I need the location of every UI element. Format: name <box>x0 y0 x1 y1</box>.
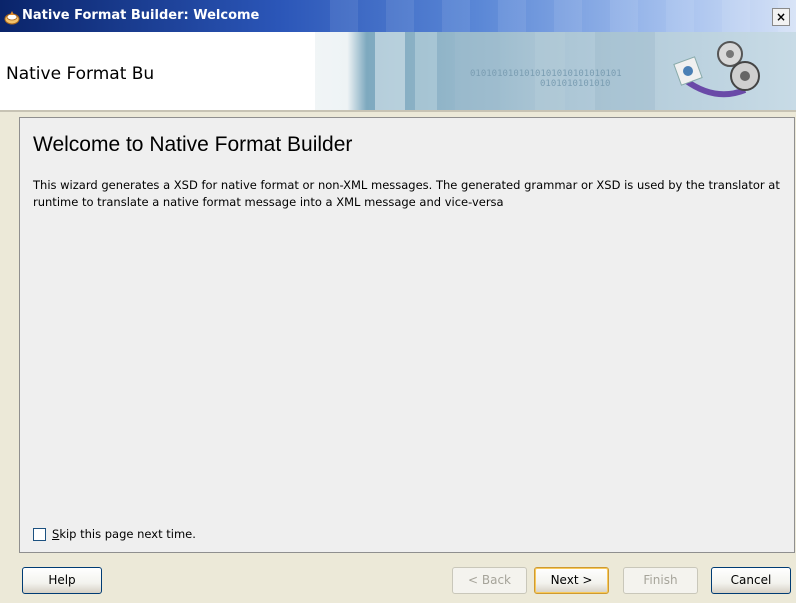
skip-page-checkbox[interactable] <box>33 527 46 541</box>
back-button[interactable]: < Back <box>452 567 527 594</box>
banner-art: 0101010101010101010101010101 01010101010… <box>155 32 796 110</box>
banner-separator <box>0 110 796 112</box>
content-panel: Welcome to Native Format Builder This wi… <box>19 117 795 553</box>
skip-label-rest: kip this page next time. <box>59 527 196 541</box>
page-description: This wizard generates a XSD for native f… <box>33 178 780 209</box>
next-button[interactable]: Next > <box>534 567 609 594</box>
skip-page-label[interactable]: Skip this page next time. <box>52 527 196 541</box>
wizard-window: Native Format Builder: Welcome × Native … <box>0 0 796 603</box>
cancel-button[interactable]: Cancel <box>711 567 791 594</box>
header-banner: Native Format Builder: Welcome 010101010… <box>0 32 796 110</box>
skip-page-option[interactable]: Skip this page next time. <box>33 526 196 542</box>
page-heading: Welcome to Native Format Builder <box>33 133 353 156</box>
help-button[interactable]: Help <box>22 567 102 594</box>
binary-text-2: 0101010101010 <box>540 79 610 89</box>
title-bar-decoration <box>330 0 796 32</box>
close-icon: × <box>775 10 787 24</box>
title-bar[interactable]: Native Format Builder: Welcome × <box>0 0 796 32</box>
close-button[interactable]: × <box>772 8 790 26</box>
window-title: Native Format Builder: Welcome <box>22 8 260 23</box>
oracle-app-icon <box>4 11 20 25</box>
finish-button[interactable]: Finish <box>623 567 698 594</box>
binary-text: 0101010101010101010101010101 <box>470 69 622 79</box>
